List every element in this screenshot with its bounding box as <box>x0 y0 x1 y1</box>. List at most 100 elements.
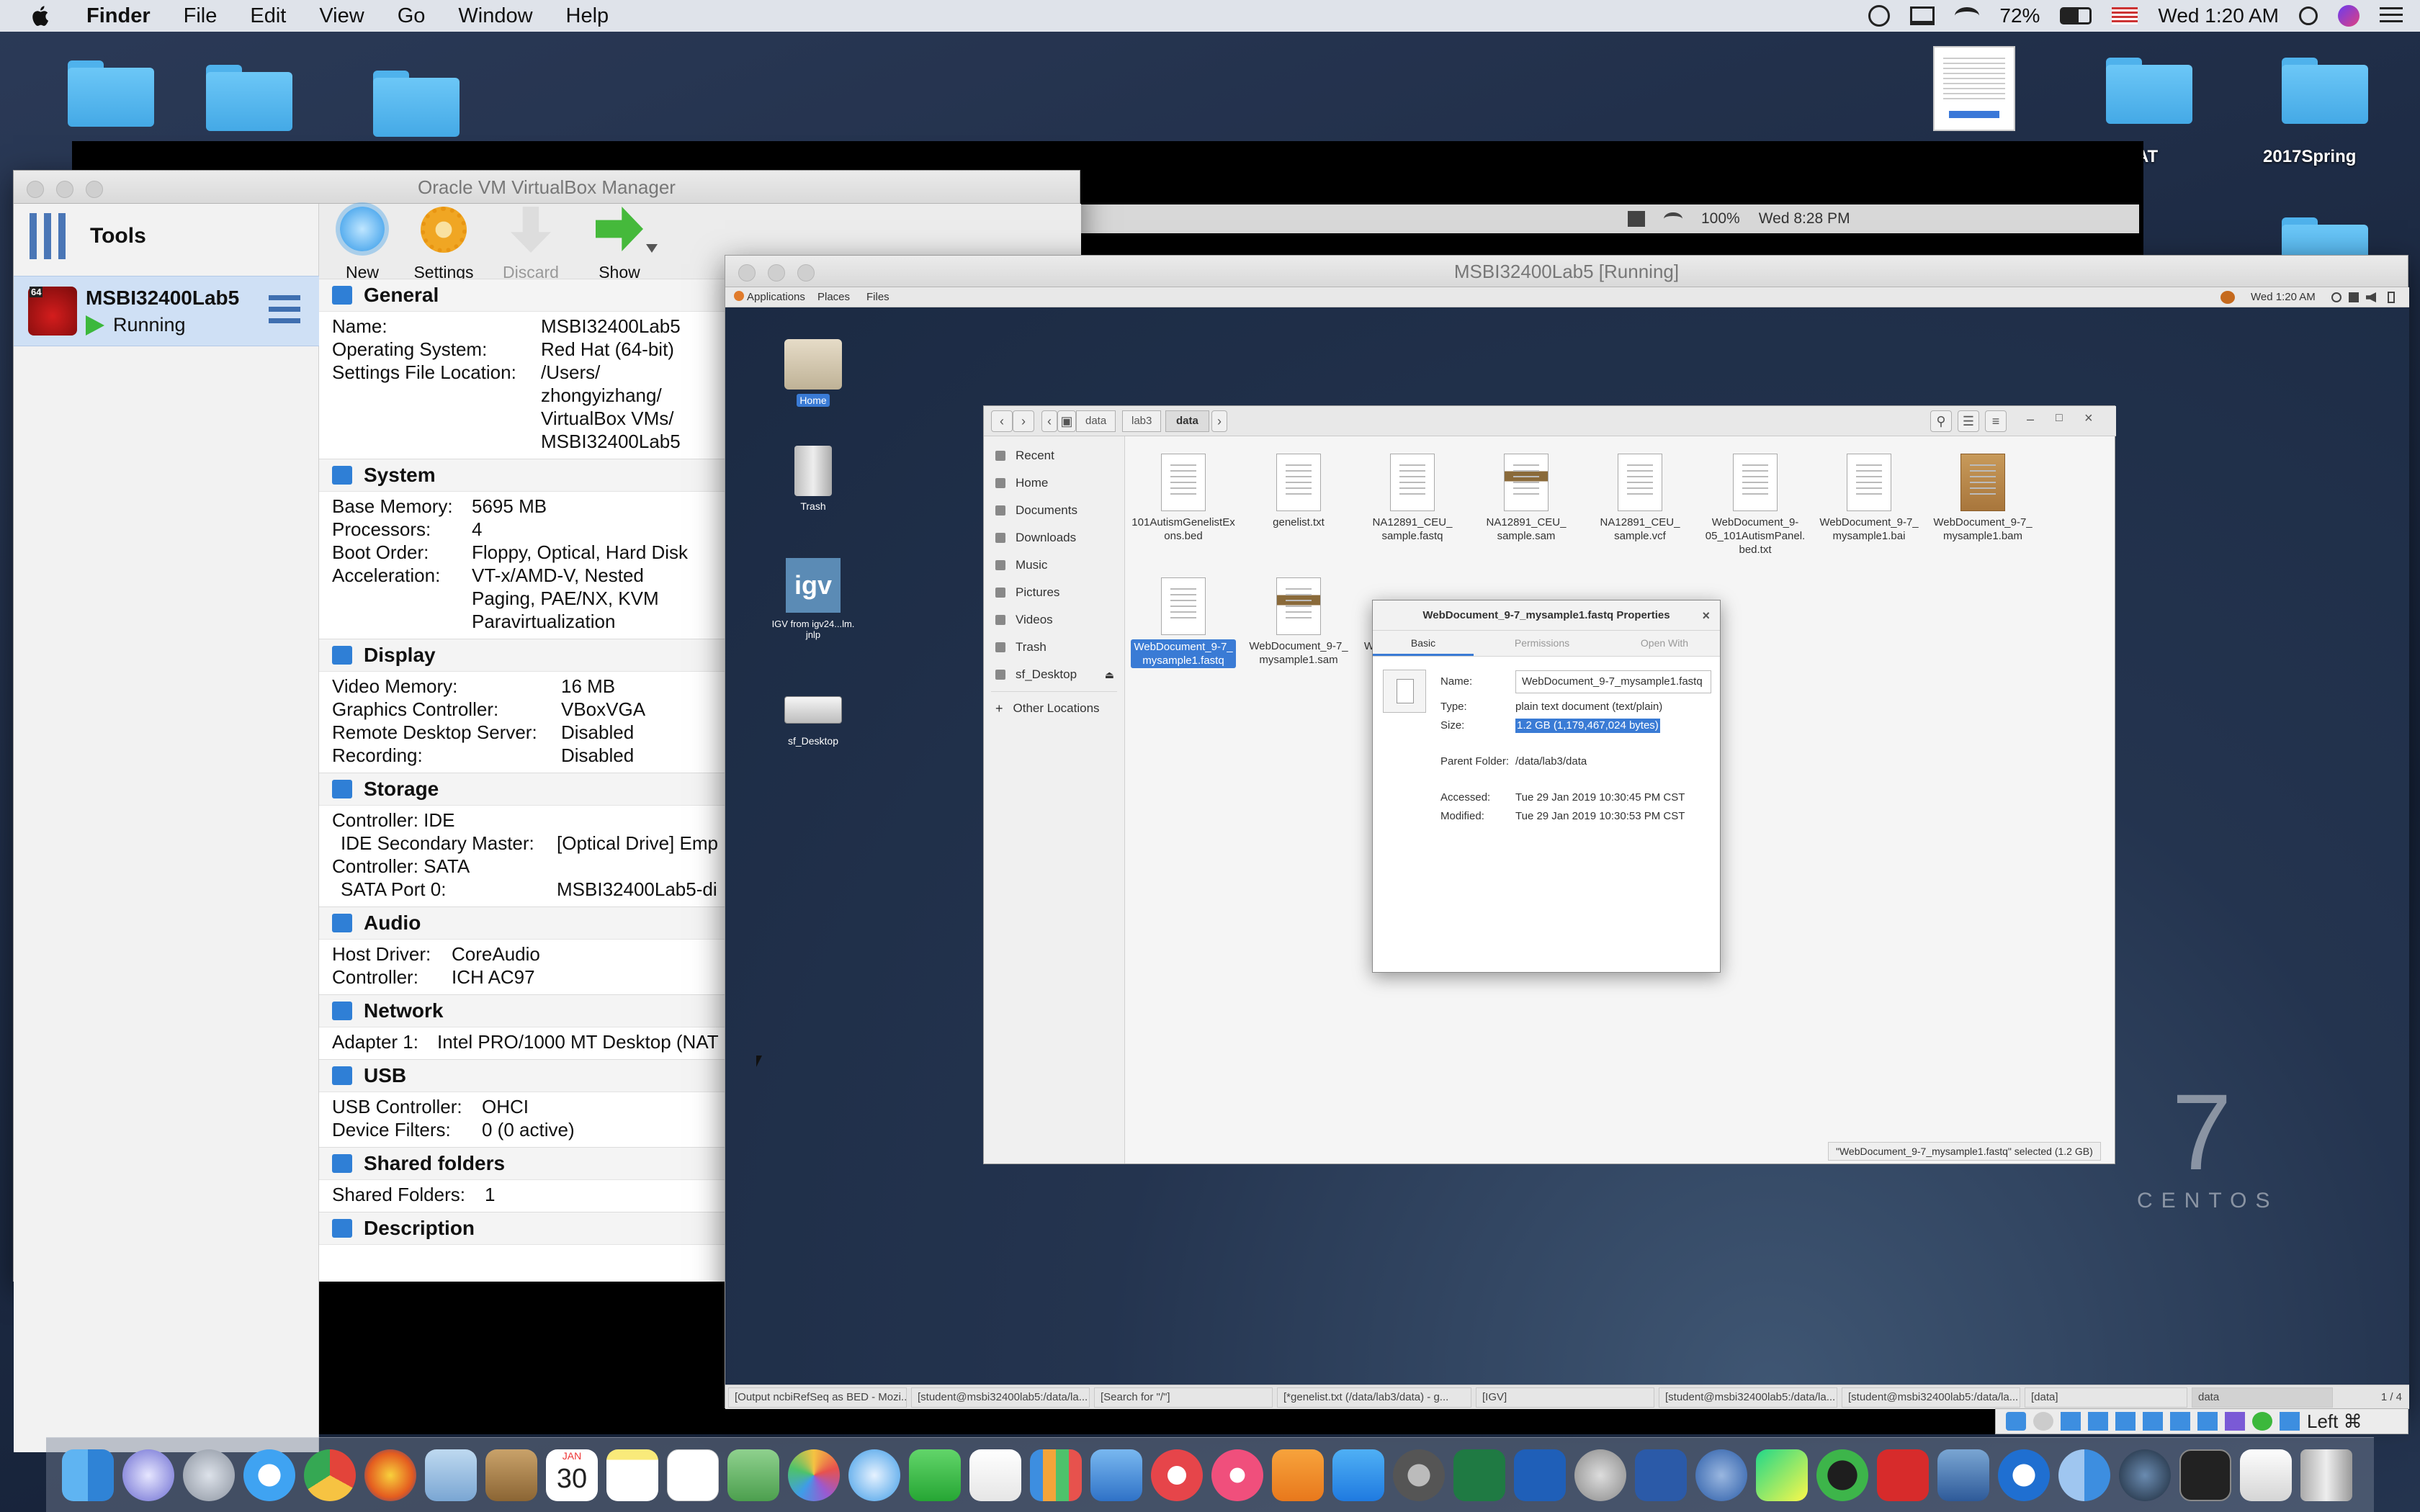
spinner-app-icon[interactable] <box>1816 1449 1868 1501</box>
path-right-button[interactable]: › <box>1211 410 1227 432</box>
section-general[interactable]: General <box>319 279 737 312</box>
system-preferences-icon[interactable] <box>1393 1449 1445 1501</box>
files-minimize-button[interactable]: – <box>2027 412 2034 427</box>
tab-open-with[interactable]: Open With <box>1610 631 1718 656</box>
files-menu-icon[interactable]: ≡ <box>1985 410 2007 432</box>
tab-basic[interactable]: Basic <box>1373 631 1474 656</box>
quicktime-app-icon[interactable] <box>1998 1449 2050 1501</box>
tab-permissions[interactable]: Permissions <box>1474 631 1610 656</box>
gnome-battery-icon[interactable] <box>2388 292 2395 303</box>
preview-app-icon[interactable] <box>425 1449 477 1501</box>
task-gedit[interactable]: [*genelist.txt (/data/lab3/data) - g... <box>1277 1387 1471 1408</box>
gnome-clock[interactable]: Wed 1:20 AM <box>2251 291 2316 303</box>
menu-view[interactable]: View <box>319 4 364 28</box>
apple-icon[interactable] <box>29 4 53 28</box>
zoom-button[interactable] <box>86 181 103 198</box>
path-root-icon[interactable]: ▣ <box>1057 410 1076 432</box>
host-key-label[interactable]: Left ⌘ <box>2307 1410 2362 1433</box>
sidebar-trash[interactable]: Trash <box>984 634 1124 661</box>
rstudio-app-icon[interactable] <box>1695 1449 1747 1501</box>
vm-close-button[interactable] <box>738 264 756 282</box>
app-store-icon[interactable] <box>1332 1449 1384 1501</box>
files-maximize-button[interactable]: □ <box>2056 412 2063 425</box>
task-data-1[interactable]: [data] <box>2025 1387 2187 1408</box>
sidebar-music[interactable]: Music <box>984 552 1124 579</box>
section-usb[interactable]: USB <box>319 1059 737 1092</box>
prop-parent-value[interactable]: /data/lab3/data <box>1515 755 1587 769</box>
task-search[interactable]: [Search for "/"] <box>1094 1387 1273 1408</box>
calendar-app-icon[interactable]: JAN 30 <box>546 1449 598 1501</box>
books-app-icon[interactable] <box>1272 1449 1324 1501</box>
section-description[interactable]: Description <box>319 1212 737 1245</box>
vm-details-menu-icon[interactable] <box>269 295 300 330</box>
section-network[interactable]: Network <box>319 994 737 1027</box>
launchpad-app-icon[interactable] <box>183 1449 235 1501</box>
documents-stack-icon[interactable] <box>2240 1449 2292 1501</box>
optical-drive-icon[interactable] <box>2033 1412 2053 1431</box>
hard-disk-icon[interactable] <box>2006 1412 2026 1431</box>
gnome-volume-icon[interactable] <box>2366 292 2376 302</box>
menu-edit[interactable]: Edit <box>250 4 286 28</box>
task-firefox[interactable]: [Output ncbiRefSeq as BED - Mozi... <box>728 1387 907 1408</box>
desktop-document-thumbnail[interactable] <box>1933 46 2015 131</box>
keynote-app-icon[interactable] <box>1090 1449 1142 1501</box>
maps-app-icon[interactable] <box>727 1449 779 1501</box>
files-close-button[interactable]: × <box>2084 410 2093 427</box>
file-item[interactable]: WebDocument_9-7_ mysample1.bai <box>1815 454 1923 543</box>
forward-button[interactable]: › <box>1013 410 1034 432</box>
view-list-icon[interactable]: ☰ <box>1958 410 1979 432</box>
notes-app-icon[interactable] <box>606 1449 658 1501</box>
sidebar-home[interactable]: Home <box>984 469 1124 497</box>
vm-list-item[interactable]: 64 MSBI32400Lab5 Running <box>14 276 319 346</box>
network-status-icon[interactable] <box>2088 1412 2108 1431</box>
chat-icon[interactable] <box>1868 5 1891 27</box>
discard-button[interactable]: Discard <box>495 207 567 282</box>
menu-help[interactable]: Help <box>566 4 609 28</box>
notification-center-icon[interactable] <box>2380 7 2403 24</box>
chrome-app-icon[interactable] <box>304 1449 356 1501</box>
r-console-app-icon[interactable] <box>1574 1449 1626 1501</box>
keyboard-capture-icon[interactable] <box>2280 1412 2300 1431</box>
prop-name-input[interactable]: WebDocument_9-7_mysample1.fastq <box>1515 670 1711 693</box>
task-terminal-2[interactable]: [student@msbi32400lab5:/data/la... <box>1659 1387 1837 1408</box>
file-item[interactable]: genelist.txt <box>1245 454 1353 529</box>
show-dropdown-chevron-icon[interactable] <box>646 244 658 253</box>
usb-status-icon[interactable] <box>2115 1412 2136 1431</box>
section-storage[interactable]: Storage <box>319 773 737 806</box>
eject-icon[interactable]: ⏏ <box>1105 669 1114 681</box>
messages-app-icon[interactable] <box>848 1449 900 1501</box>
sidebar-downloads[interactable]: Downloads <box>984 524 1124 552</box>
us-flag-icon[interactable] <box>2112 7 2138 24</box>
menu-file[interactable]: File <box>184 4 218 28</box>
guest-home-icon[interactable]: Home <box>783 339 843 408</box>
gnome-user-icon[interactable] <box>2220 291 2235 304</box>
section-audio[interactable]: Audio <box>319 906 737 940</box>
virtualbox-app-icon[interactable] <box>1937 1449 1989 1501</box>
desktop-folder-2[interactable] <box>206 65 292 131</box>
guest-sfdesktop-icon[interactable]: sf_Desktop <box>776 696 851 747</box>
guest-igv-icon[interactable]: igv IGV from igv24...lm. jnlp <box>768 558 858 640</box>
itunes-app-icon[interactable] <box>1211 1449 1263 1501</box>
finder-app-icon[interactable] <box>62 1449 114 1501</box>
pycharm-app-icon[interactable] <box>1756 1449 1808 1501</box>
desktop-folder-at[interactable] <box>2106 58 2192 124</box>
task-data-2[interactable]: data <box>2192 1387 2333 1408</box>
facetime-app-icon[interactable] <box>909 1449 961 1501</box>
shared-folder-status-icon[interactable] <box>2143 1412 2163 1431</box>
excel-app-icon[interactable] <box>1453 1449 1505 1501</box>
file-item-selected[interactable]: WebDocument_9-7_ mysample1.fastq <box>1129 577 1237 668</box>
menu-window[interactable]: Window <box>458 4 532 28</box>
file-item[interactable]: 101AutismGenelistEx ons.bed <box>1129 454 1237 543</box>
desktop-folder-1[interactable] <box>68 60 154 127</box>
show-button[interactable]: Show <box>580 207 659 282</box>
sidebar-other-locations[interactable]: + Other Locations <box>984 695 1124 722</box>
safari-app-icon[interactable] <box>243 1449 295 1501</box>
settings-button[interactable]: Settings <box>404 207 483 282</box>
outlook-app-icon[interactable] <box>1514 1449 1566 1501</box>
search-icon[interactable] <box>2299 6 2318 25</box>
files-search-icon[interactable]: ⚲ <box>1930 410 1952 432</box>
properties-close-button[interactable]: × <box>1702 600 1710 631</box>
audio-status-icon[interactable] <box>2061 1412 2081 1431</box>
chrome-canary-app-icon[interactable] <box>2058 1449 2110 1501</box>
gnome-applications-menu[interactable]: Applications <box>747 291 805 303</box>
